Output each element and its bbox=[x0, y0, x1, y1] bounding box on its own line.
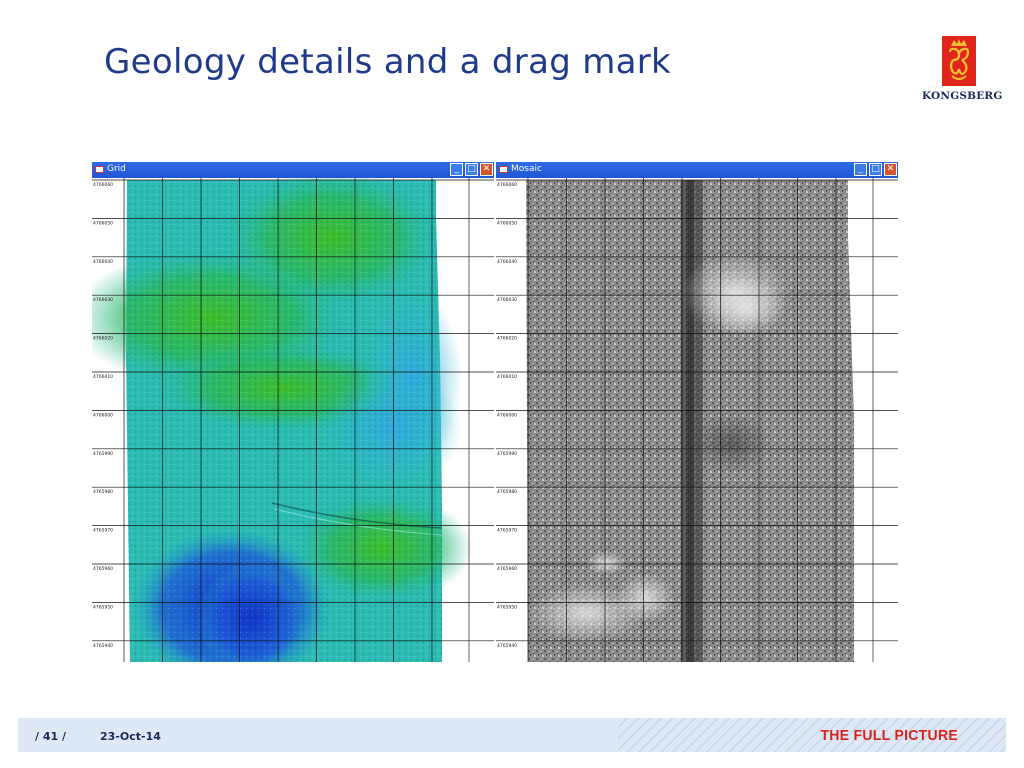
northing-label: 4766050 bbox=[497, 220, 517, 226]
northing-label: 4765940 bbox=[497, 643, 517, 649]
mosaic-window-titlebar[interactable]: Mosaic _ □ ✕ bbox=[496, 162, 898, 178]
northing-label: 4766040 bbox=[497, 259, 517, 265]
northing-label: 4766000 bbox=[93, 412, 113, 418]
close-button[interactable]: ✕ bbox=[884, 163, 897, 176]
maximize-button[interactable]: □ bbox=[869, 163, 882, 176]
slide-footer: / 41 / 23-Oct-14 THE FULL PICTURE bbox=[18, 718, 1006, 752]
grid-view[interactable]: 4766060 4766050 4766040 4766030 4766020 47660… bbox=[92, 178, 494, 662]
northing-label: 4765990 bbox=[497, 451, 517, 457]
northing-label: 4766060 bbox=[93, 182, 113, 188]
northing-label: 4766020 bbox=[93, 336, 113, 342]
northing-label: 4766000 bbox=[497, 412, 517, 418]
northing-label: 4766020 bbox=[497, 336, 517, 342]
maximize-button[interactable]: □ bbox=[465, 163, 478, 176]
northing-label: 4765950 bbox=[497, 604, 517, 610]
mosaic-view[interactable]: 4766060 4766050 4766040 4766030 4766020 47660… bbox=[496, 178, 898, 662]
grid-window-titlebar[interactable]: Grid _ □ ✕ bbox=[92, 162, 494, 178]
northing-label: 4765960 bbox=[93, 566, 113, 572]
northing-label: 4765980 bbox=[497, 489, 517, 495]
northing-label: 4766040 bbox=[93, 259, 113, 265]
minimize-button[interactable]: _ bbox=[854, 163, 867, 176]
northing-label: 4766030 bbox=[93, 297, 113, 303]
slide-date: 23-Oct-14 bbox=[100, 730, 161, 743]
northing-label: 4765940 bbox=[93, 643, 113, 649]
northing-label: 4765980 bbox=[93, 489, 113, 495]
northing-label: 4765970 bbox=[93, 528, 113, 534]
tagline: THE FULL PICTURE bbox=[820, 726, 958, 744]
northing-label: 4766030 bbox=[497, 297, 517, 303]
kongsberg-logo: KONGSBERG bbox=[922, 36, 1012, 108]
close-button[interactable]: ✕ bbox=[480, 163, 493, 176]
window-app-icon bbox=[499, 166, 508, 173]
northing-label: 4766050 bbox=[93, 220, 113, 226]
mosaic-window[interactable]: Mosaic _ □ ✕ 4766060 4766050 4766040 476… bbox=[496, 162, 898, 662]
minimize-button[interactable]: _ bbox=[450, 163, 463, 176]
northing-label: 4766060 bbox=[497, 182, 517, 188]
window-app-icon bbox=[95, 166, 104, 173]
page-number: / 41 / bbox=[35, 730, 67, 743]
mosaic-window-title: Mosaic bbox=[511, 164, 542, 174]
northing-label: 4766010 bbox=[93, 374, 113, 380]
northing-label: 4765950 bbox=[93, 604, 113, 610]
grid-window[interactable]: Grid _ □ ✕ 4766060 4766050 4766040 47660… bbox=[92, 162, 494, 662]
northing-label: 4765990 bbox=[93, 451, 113, 457]
slide-title: Geology details and a drag mark bbox=[104, 42, 672, 82]
northing-label: 4766010 bbox=[497, 374, 517, 380]
northing-label: 4765970 bbox=[497, 528, 517, 534]
northing-label: 4765960 bbox=[497, 566, 517, 572]
grid-window-title: Grid bbox=[107, 164, 126, 174]
kongsberg-crown-logo-icon bbox=[942, 36, 976, 86]
kongsberg-wordmark: KONGSBERG bbox=[922, 90, 1003, 102]
